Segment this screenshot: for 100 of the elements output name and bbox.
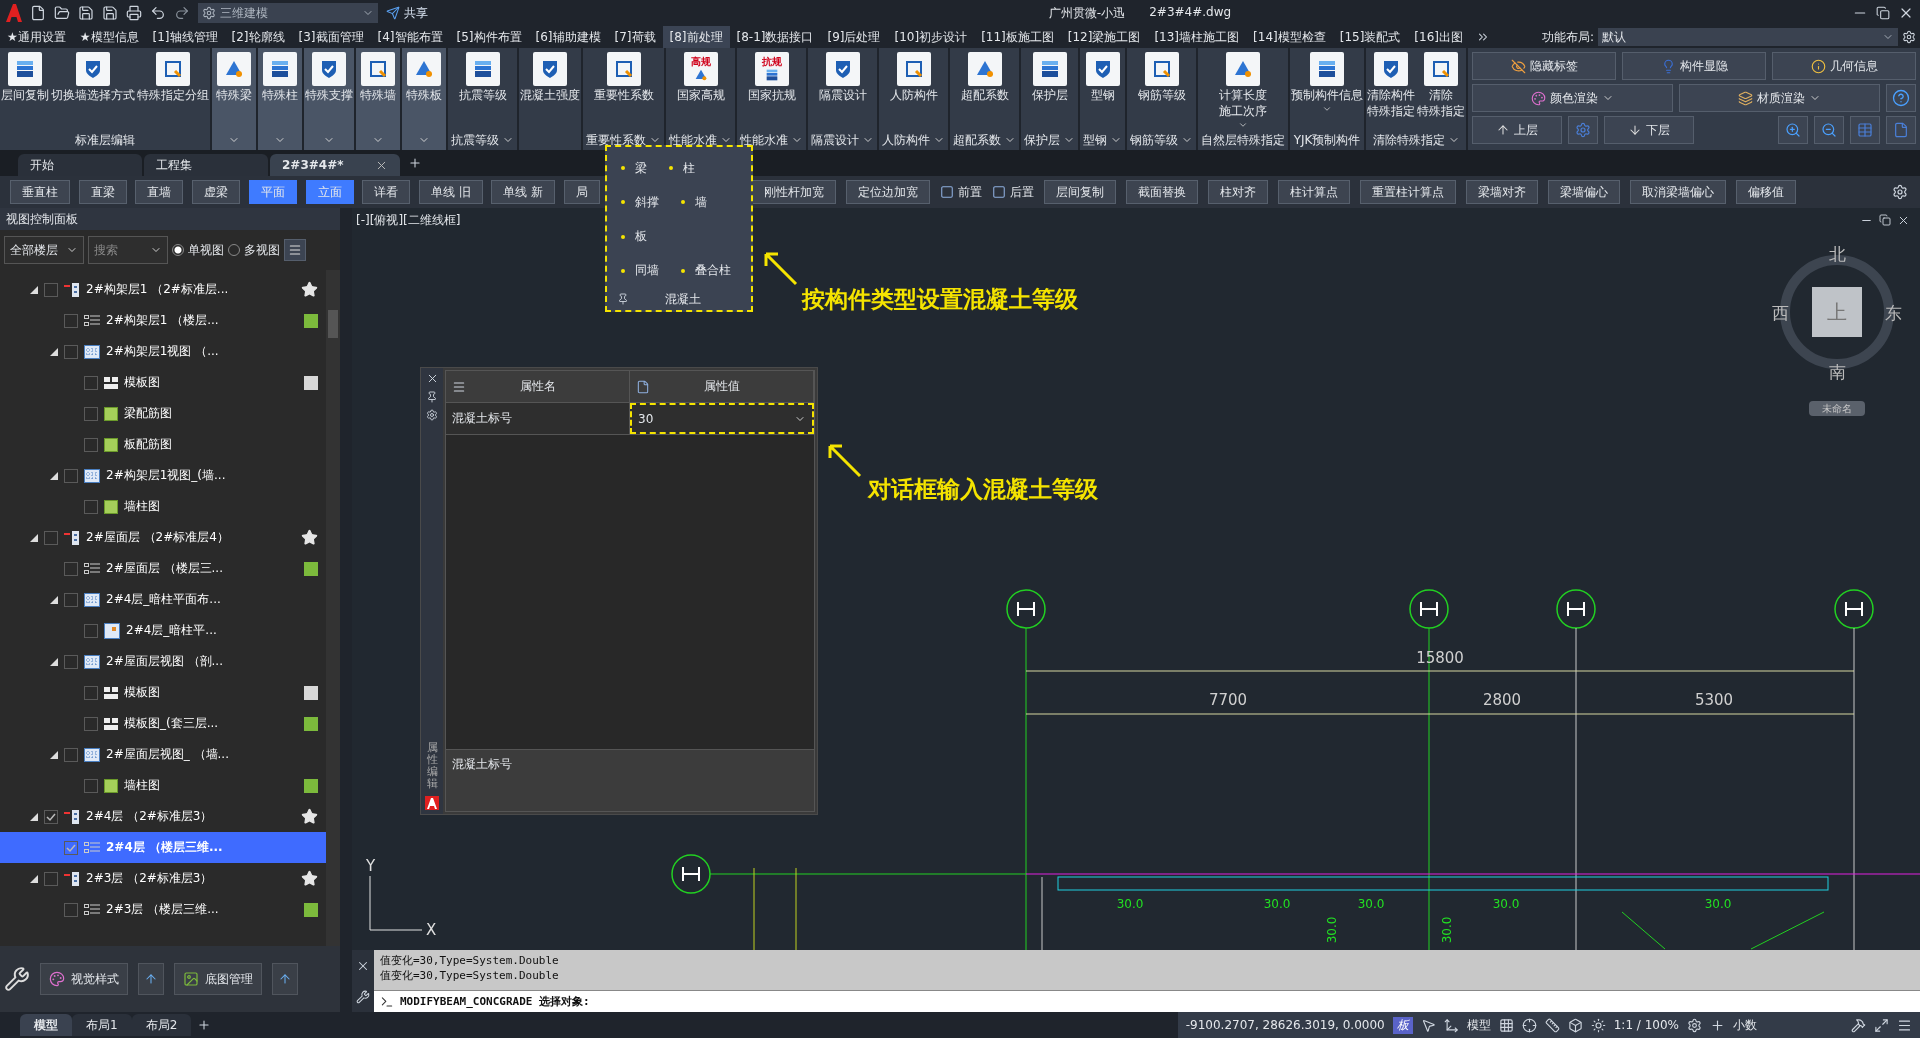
tree-checkbox[interactable] bbox=[64, 344, 78, 359]
expand-arrow-icon[interactable] bbox=[30, 874, 38, 883]
tree-item[interactable]: 模板图_(套三层... bbox=[0, 708, 326, 739]
fullscreen-icon[interactable] bbox=[1874, 1017, 1889, 1033]
expand-arrow-icon[interactable] bbox=[30, 533, 38, 542]
menu-tab[interactable]: [11]板施工图 bbox=[974, 26, 1061, 48]
toolbar-button[interactable]: 直墙 bbox=[135, 180, 184, 204]
menu-icon[interactable] bbox=[1897, 1017, 1912, 1033]
ribbon-button[interactable]: 钢筋等级 bbox=[1136, 48, 1187, 130]
menu-tab[interactable]: [10]初步设计 bbox=[887, 26, 975, 48]
visual-style-button[interactable]: 视觉样式 bbox=[40, 963, 128, 995]
zoom-in-button[interactable] bbox=[1778, 116, 1808, 144]
menu-tab[interactable]: [4]智能布置 bbox=[370, 26, 450, 48]
tree-item[interactable]: 2#构架层1 （2#标准层... bbox=[0, 274, 326, 305]
tree-checkbox[interactable] bbox=[64, 654, 78, 669]
render-button[interactable]: 颜色渲染 bbox=[1472, 84, 1673, 112]
toolbar-button[interactable]: 详看 bbox=[362, 180, 411, 204]
view-mode-radio[interactable]: 多视图 bbox=[228, 241, 280, 259]
cube-icon[interactable] bbox=[1567, 1017, 1583, 1033]
document-tab[interactable]: 工程集 bbox=[144, 154, 268, 176]
ribbon-button[interactable]: 型钢 bbox=[1080, 48, 1125, 130]
tree-checkbox[interactable] bbox=[84, 437, 98, 452]
hammer-icon[interactable] bbox=[1851, 1017, 1866, 1033]
zoom-out-button[interactable] bbox=[1814, 116, 1844, 144]
ribbon-button[interactable]: 清除 特殊指定 bbox=[1416, 48, 1466, 130]
tree-item[interactable]: 2#3层 （2#标准层3） bbox=[0, 863, 326, 894]
concrete-option[interactable]: 斜撑 bbox=[617, 193, 663, 211]
menu-tab[interactable]: [3]截面管理 bbox=[291, 26, 371, 48]
scrollbar[interactable] bbox=[326, 270, 340, 946]
menu-tab[interactable]: [12]梁施工图 bbox=[1060, 26, 1148, 48]
ribbon-button[interactable]: 特殊支撑 bbox=[304, 48, 354, 130]
concrete-option[interactable]: 同墙 bbox=[617, 262, 663, 280]
toolbar-toggle[interactable]: 前置 bbox=[940, 183, 982, 201]
expand-arrow-icon[interactable] bbox=[50, 595, 58, 604]
expand-arrow-icon[interactable] bbox=[50, 657, 58, 666]
save-icon[interactable] bbox=[78, 5, 94, 21]
ribbon-button[interactable]: 层间复制 bbox=[0, 48, 50, 130]
column-header[interactable]: 属性值 bbox=[630, 371, 814, 402]
toolbar-button[interactable]: 取消梁墙偏心 bbox=[1630, 180, 1726, 204]
menu-tab[interactable]: ★模型信息 bbox=[72, 26, 146, 48]
ribbon-button[interactable]: 抗规 国家抗规 bbox=[746, 48, 797, 130]
grid-icon[interactable] bbox=[1498, 1017, 1514, 1033]
help-button[interactable] bbox=[1886, 84, 1916, 112]
space-toggle[interactable]: 模型 bbox=[1466, 1016, 1491, 1034]
share-button[interactable]: 共享 bbox=[386, 4, 428, 22]
ribbon-button[interactable]: 特殊柱 bbox=[258, 48, 302, 130]
toolbar-button[interactable]: 柱计算点 bbox=[1278, 180, 1350, 204]
tree-checkbox[interactable] bbox=[64, 902, 78, 917]
menu-tab[interactable]: [8]前处理 bbox=[662, 26, 730, 48]
tree-checkbox[interactable] bbox=[84, 623, 98, 638]
close-icon[interactable] bbox=[1897, 214, 1910, 227]
toolbar-button[interactable]: 截面替换 bbox=[1126, 180, 1198, 204]
layout-tab[interactable]: 模型 bbox=[20, 1014, 72, 1036]
floor-down-button[interactable]: 下层 bbox=[1604, 116, 1694, 144]
toolbar-button[interactable]: 梁墙对齐 bbox=[1466, 180, 1538, 204]
display-button[interactable]: 构件显隐 bbox=[1622, 52, 1766, 80]
document-button[interactable] bbox=[1886, 116, 1916, 144]
tree-item[interactable]: 2#构架层1视图 （... bbox=[0, 336, 326, 367]
document-tab[interactable]: 开始 bbox=[18, 154, 142, 176]
ribbon-button[interactable]: 计算长度 施工次序 bbox=[1218, 48, 1268, 130]
tree-checkbox[interactable] bbox=[84, 778, 98, 793]
expand-arrow-icon[interactable] bbox=[50, 347, 58, 356]
tree-item[interactable]: 2#屋面层视图 （剖... bbox=[0, 646, 326, 677]
star-icon[interactable] bbox=[301, 870, 318, 887]
view-label[interactable]: [-][俯视][二维线框] bbox=[356, 212, 461, 229]
logo-icon[interactable] bbox=[6, 4, 22, 22]
view-mode-radio[interactable]: 单视图 bbox=[172, 241, 224, 259]
display-button[interactable]: 几何信息 bbox=[1772, 52, 1916, 80]
concrete-option[interactable]: 板 bbox=[617, 228, 651, 246]
pin-icon[interactable] bbox=[426, 391, 438, 403]
star-icon[interactable] bbox=[301, 529, 318, 546]
menu-tab[interactable]: [7]荷载 bbox=[607, 26, 663, 48]
snap-icon[interactable] bbox=[1521, 1017, 1537, 1033]
menu-tab[interactable]: [6]辅助建模 bbox=[528, 26, 608, 48]
display-button[interactable]: 隐藏标签 bbox=[1472, 52, 1616, 80]
tree-checkbox[interactable] bbox=[84, 406, 98, 421]
redo-icon[interactable] bbox=[174, 5, 190, 21]
tree-checkbox[interactable] bbox=[44, 282, 58, 297]
menu-tab[interactable]: [2]轮廓线 bbox=[224, 26, 292, 48]
menu-tab[interactable]: ★通用设置 bbox=[0, 26, 73, 48]
ribbon-button[interactable]: 特殊指定分组 bbox=[136, 48, 210, 130]
toolbar-button[interactable]: 柱对齐 bbox=[1208, 180, 1268, 204]
star-icon[interactable] bbox=[301, 808, 318, 825]
tree-item[interactable]: 2#屋面层 （2#标准层4） bbox=[0, 522, 326, 553]
tree-checkbox[interactable] bbox=[44, 871, 58, 886]
menu-button[interactable] bbox=[284, 239, 306, 261]
expand-arrow-icon[interactable] bbox=[50, 750, 58, 759]
pointer-icon[interactable] bbox=[1420, 1017, 1436, 1033]
print-icon[interactable] bbox=[126, 5, 142, 21]
toolbar-button[interactable]: 局 bbox=[564, 180, 600, 204]
settings-icon[interactable] bbox=[1902, 30, 1916, 44]
menu-tab[interactable]: [16]出图 bbox=[1407, 26, 1470, 48]
tree-checkbox[interactable] bbox=[64, 840, 78, 855]
tree-checkbox[interactable] bbox=[64, 468, 78, 483]
column-header[interactable]: 属性名 bbox=[446, 371, 630, 402]
settings-icon[interactable] bbox=[1892, 184, 1908, 200]
tree-checkbox[interactable] bbox=[64, 313, 78, 328]
tree-item[interactable]: 2#构架层1 （楼层... bbox=[0, 305, 326, 336]
concrete-option[interactable]: 梁 bbox=[617, 159, 651, 177]
menu-tab[interactable]: [1]轴线管理 bbox=[145, 26, 225, 48]
